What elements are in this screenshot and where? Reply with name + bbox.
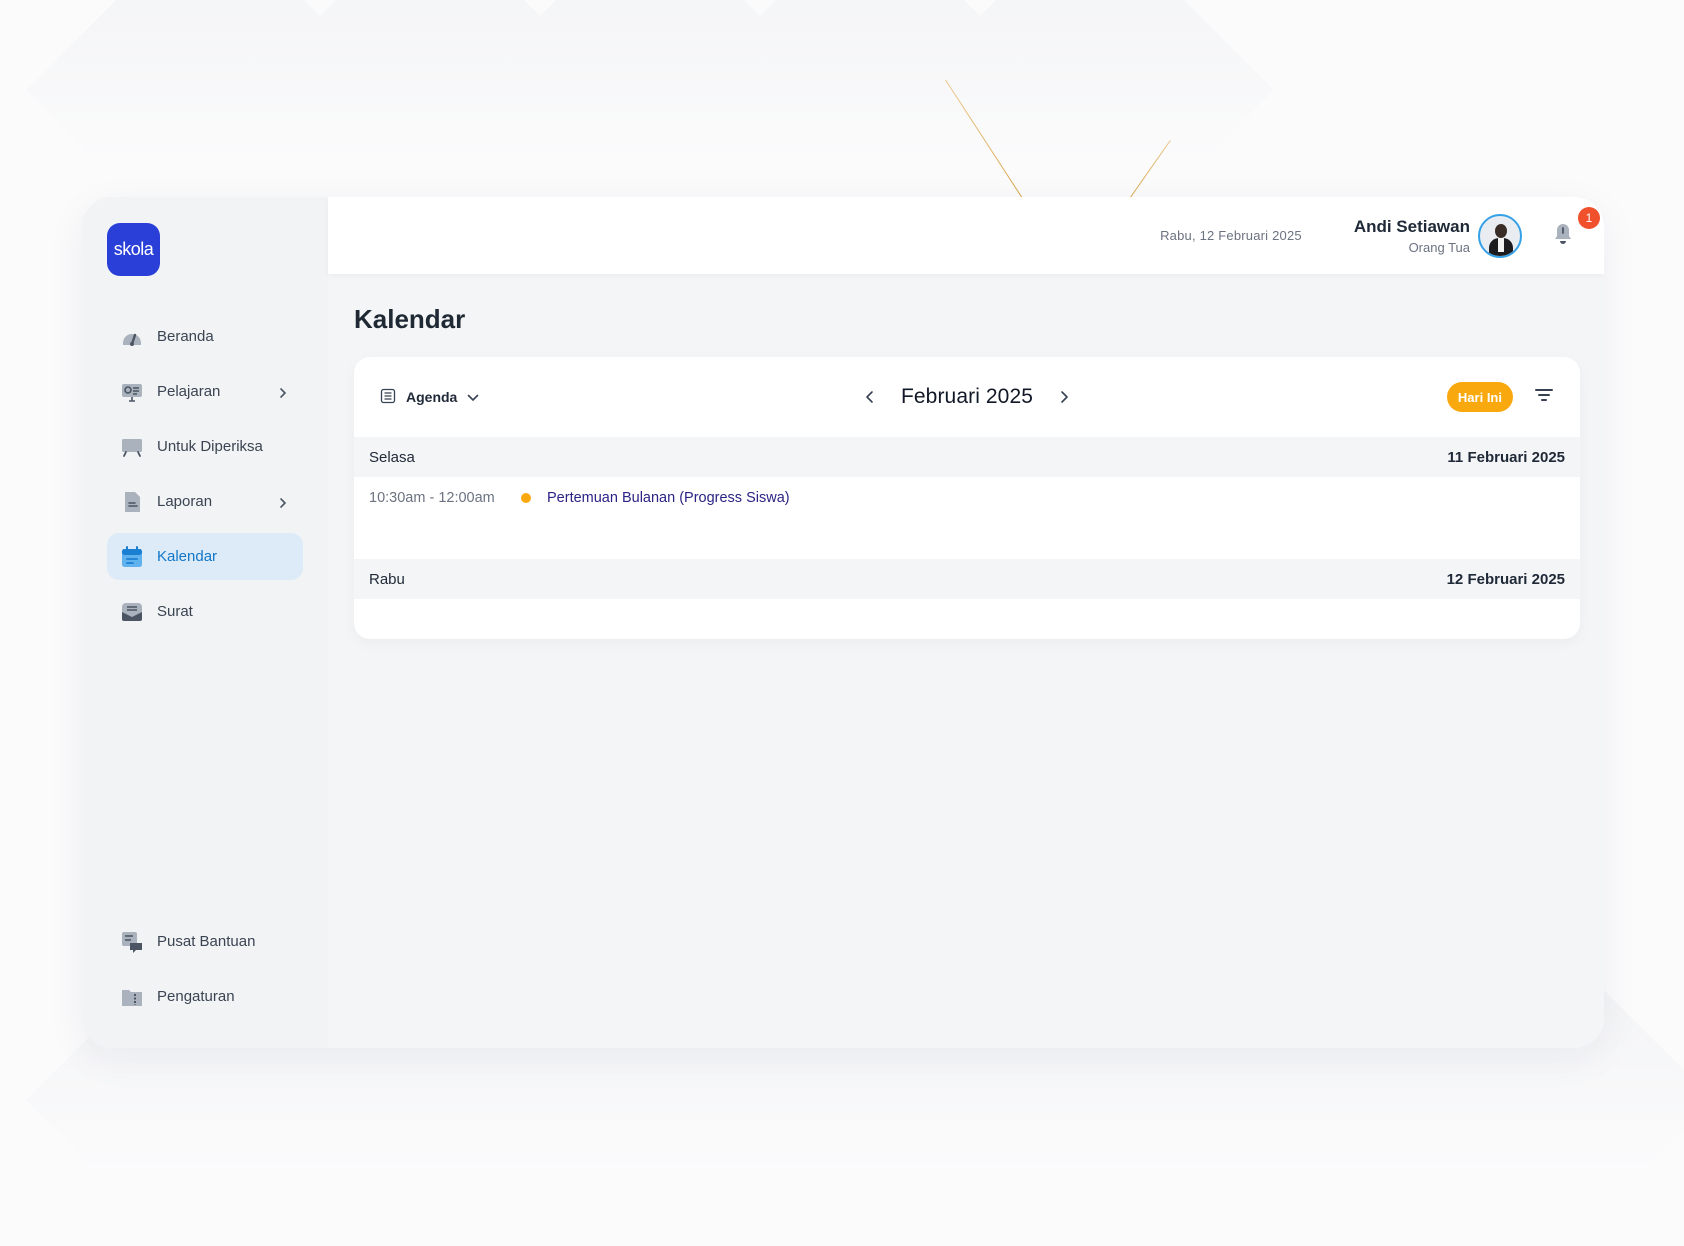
app-logo[interactable]: skola — [107, 223, 160, 276]
sidebar-item-pusat-bantuan[interactable]: Pusat Bantuan — [107, 918, 303, 965]
next-month-button[interactable] — [1053, 386, 1075, 408]
event-time: 10:30am - 12:00am — [369, 489, 495, 506]
sidebar-item-label: Untuk Diperiksa — [157, 438, 263, 455]
sidebar-item-label: Surat — [157, 603, 193, 620]
main-content: Rabu, 12 Februari 2025 Andi Setiawan Ora… — [328, 197, 1604, 1048]
review-board-icon — [121, 436, 143, 458]
event-title: Pertemuan Bulanan (Progress Siswa) — [547, 489, 790, 506]
notification-button[interactable]: 1 — [1548, 206, 1600, 251]
day-name: Rabu — [369, 570, 405, 588]
sidebar-item-untuk-diperiksa[interactable]: Untuk Diperiksa — [107, 423, 303, 470]
page-title: Kalendar — [354, 304, 466, 334]
sidebar-item-pengaturan[interactable]: Pengaturan — [107, 973, 303, 1020]
sidebar-item-label: Pengaturan — [157, 988, 235, 1005]
sidebar-nav: Beranda Pelajaran Untuk Diperiksa Lapora… — [107, 313, 303, 635]
sidebar-item-label: Pelajaran — [157, 383, 221, 400]
notification-badge: 1 — [1578, 206, 1600, 229]
view-mode-label: Agenda — [406, 389, 458, 405]
sidebar-item-label: Pusat Bantuan — [157, 933, 256, 950]
settings-folder-icon — [121, 986, 143, 1008]
day-header: Selasa 11 Februari 2025 — [354, 437, 1580, 477]
sidebar-item-label: Kalendar — [157, 548, 218, 565]
chevron-right-icon — [277, 386, 289, 398]
agenda-day: Rabu 12 Februari 2025 — [354, 559, 1580, 639]
presentation-board-icon — [121, 381, 143, 403]
calendar-toolbar: Februari 2025 Agenda Hari Ini — [354, 357, 1580, 437]
current-date: Rabu, 12 Februari 2025 — [1160, 228, 1302, 243]
previous-month-button[interactable] — [859, 386, 881, 408]
calendar-icon — [121, 545, 143, 568]
avatar[interactable] — [1478, 213, 1522, 258]
today-button[interactable]: Hari Ini — [1446, 382, 1513, 412]
event-item[interactable]: 10:30am - 12:00am Pertemuan Bulanan (Pro… — [354, 477, 1580, 518]
day-date: 11 Februari 2025 — [1447, 448, 1565, 466]
filter-button[interactable] — [1532, 385, 1556, 409]
user-name: Andi Setiawan — [1353, 216, 1470, 236]
filter-icon — [1535, 388, 1553, 407]
app-window: skola Beranda Pelajaran Untuk Diperiksa … — [82, 197, 1604, 1048]
sidebar-item-label: Laporan — [157, 493, 213, 510]
user-role: Orang Tua — [1408, 239, 1470, 255]
bell-icon — [1553, 222, 1573, 249]
chevron-down-icon — [467, 389, 479, 405]
sidebar: skola Beranda Pelajaran Untuk Diperiksa … — [82, 197, 328, 1048]
day-events: 10:30am - 12:00am Pertemuan Bulanan (Pro… — [354, 477, 1580, 559]
sidebar-bottom-nav: Pusat Bantuan Pengaturan — [107, 918, 303, 1028]
user-profile[interactable]: Andi Setiawan Orang Tua — [1354, 213, 1522, 258]
list-view-icon — [380, 388, 396, 407]
sidebar-item-laporan[interactable]: Laporan — [107, 478, 303, 525]
help-chat-icon — [121, 931, 143, 953]
view-mode-dropdown[interactable]: Agenda — [380, 388, 479, 407]
report-document-icon — [121, 491, 143, 513]
mail-inbox-icon — [121, 601, 143, 623]
user-info: Andi Setiawan Orang Tua — [1354, 217, 1470, 255]
chevron-right-icon — [277, 496, 289, 508]
day-date: 12 Februari 2025 — [1446, 570, 1565, 588]
sidebar-item-label: Beranda — [157, 328, 214, 345]
month-navigation: Februari 2025 — [354, 385, 1580, 409]
day-header: Rabu 12 Februari 2025 — [354, 559, 1580, 599]
top-header: Rabu, 12 Februari 2025 Andi Setiawan Ora… — [328, 197, 1604, 274]
day-events-empty — [354, 599, 1580, 639]
day-name: Selasa — [369, 448, 415, 466]
sidebar-item-beranda[interactable]: Beranda — [107, 313, 303, 360]
month-label: Februari 2025 — [900, 385, 1034, 408]
dashboard-gauge-icon — [121, 326, 143, 348]
sidebar-item-pelajaran[interactable]: Pelajaran — [107, 368, 303, 415]
sidebar-item-kalendar[interactable]: Kalendar — [107, 533, 303, 580]
event-color-dot — [521, 492, 531, 503]
calendar-card: Februari 2025 Agenda Hari Ini Selasa 11 … — [354, 357, 1580, 639]
agenda-day: Selasa 11 Februari 2025 10:30am - 12:00a… — [354, 437, 1580, 559]
sidebar-item-surat[interactable]: Surat — [107, 588, 303, 635]
logo-text: skola — [113, 239, 154, 259]
